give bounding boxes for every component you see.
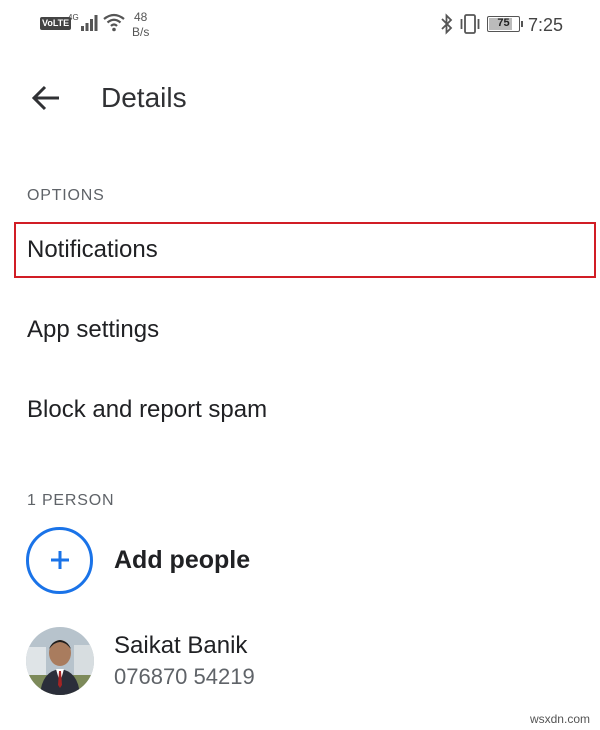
page-title: Details xyxy=(101,82,187,113)
volte-badge: VoLTE xyxy=(40,17,72,30)
people-header: 1 PERSON xyxy=(27,492,115,509)
notifications-label: Notifications xyxy=(27,236,158,263)
clock: 7:25 xyxy=(528,15,564,35)
vibrate-icon xyxy=(460,14,480,34)
wifi-icon xyxy=(103,13,125,32)
contact-row[interactable]: Saikat Banik 076870 54219 xyxy=(26,627,586,695)
arrow-left-icon xyxy=(31,85,59,111)
speed-unit: B/s xyxy=(132,25,150,39)
app-settings-item[interactable]: App settings xyxy=(14,302,596,358)
notifications-item[interactable]: Notifications xyxy=(14,222,596,278)
add-people-button[interactable]: Add people xyxy=(26,526,586,594)
block-report-spam-label: Block and report spam xyxy=(27,396,268,423)
add-people-label: Add people xyxy=(114,545,251,574)
contact-name: Saikat Banik xyxy=(114,632,248,659)
network-type: 4G xyxy=(68,13,79,22)
add-people-circle xyxy=(26,526,93,594)
contact-phone: 076870 54219 xyxy=(114,664,255,689)
contact-info: Saikat Banik 076870 54219 xyxy=(114,631,255,691)
options-header: OPTIONS xyxy=(27,187,105,204)
app-settings-label: App settings xyxy=(27,316,160,343)
block-report-spam-item[interactable]: Block and report spam xyxy=(14,382,596,438)
battery-level: 75 xyxy=(497,17,510,29)
contact-photo xyxy=(26,627,94,695)
bluetooth-icon xyxy=(441,13,453,35)
status-bar: VoLTE 4G 48 B/s 75 7:25 xyxy=(0,0,600,52)
speed-value: 48 xyxy=(133,10,148,24)
network-speed: 48 B/s xyxy=(132,10,149,40)
plus-icon xyxy=(50,551,69,569)
signal-icon xyxy=(81,15,98,31)
watermark: wsxdn.com xyxy=(529,712,590,726)
avatar xyxy=(26,627,94,695)
back-button[interactable] xyxy=(26,80,66,116)
battery-icon: 75 xyxy=(487,16,523,32)
